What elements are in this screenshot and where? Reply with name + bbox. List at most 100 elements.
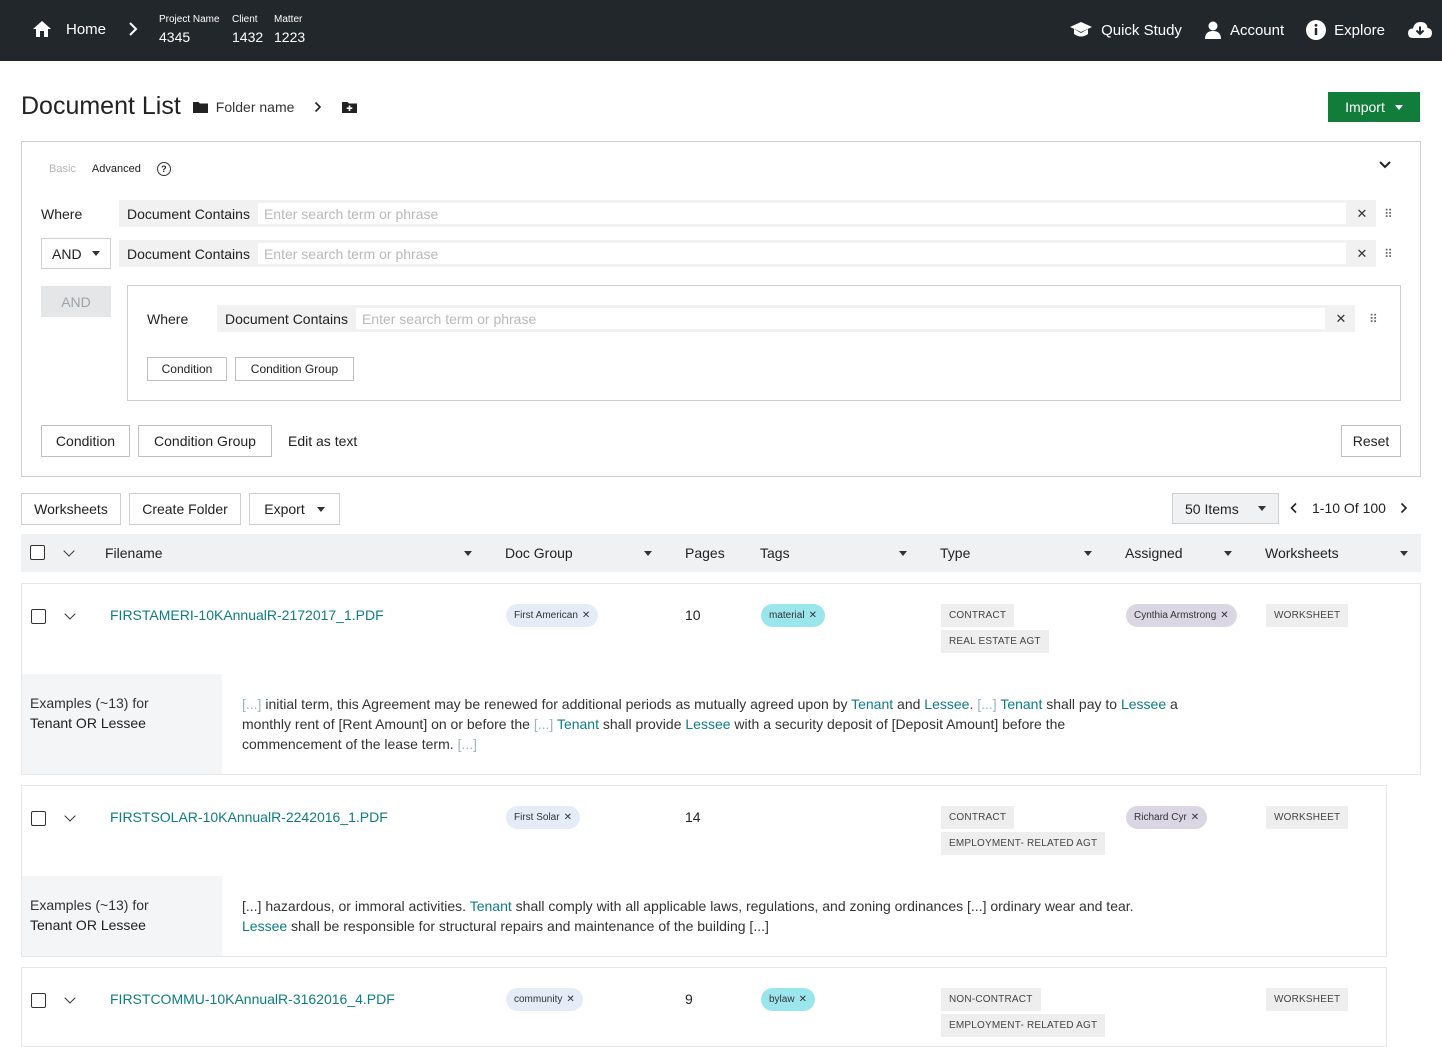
select-all-checkbox[interactable]: [30, 545, 45, 560]
examples-query: Tenant OR Lessee: [30, 917, 146, 933]
highlight-term: Lessee: [685, 716, 731, 732]
tab-basic[interactable]: Basic: [49, 163, 76, 175]
sort-caret-icon[interactable]: [1400, 551, 1408, 556]
folder-add-icon[interactable]: [342, 101, 358, 113]
drag-handle-icon[interactable]: ⠿: [1384, 247, 1402, 261]
search-term-input[interactable]: Enter search term or phrase: [257, 203, 1346, 224]
type-badge: NON-CONTRACT: [941, 988, 1041, 1011]
tag-chip: material ✕: [761, 604, 825, 627]
home-link[interactable]: Home: [32, 20, 106, 38]
home-label: Home: [66, 20, 107, 38]
items-per-page-select[interactable]: 50 Items: [1172, 493, 1279, 524]
chevron-down-icon[interactable]: [1378, 160, 1392, 170]
highlight-term: Tenant: [851, 696, 894, 712]
add-condition-button[interactable]: Condition: [147, 357, 227, 381]
download-button[interactable]: [1407, 21, 1433, 39]
type-badge: REAL ESTATE AGT: [941, 630, 1049, 653]
sort-caret-icon[interactable]: [1224, 551, 1232, 556]
table-row: FIRSTSOLAR-10KAnnualR-2242016_1.PDF Firs…: [21, 785, 1387, 957]
row-checkbox[interactable]: [31, 993, 46, 1008]
expand-row-icon[interactable]: [64, 608, 76, 620]
field-selector[interactable]: Document Contains: [119, 206, 258, 222]
row-checkbox[interactable]: [31, 811, 46, 826]
search-term-input[interactable]: Enter search term or phrase: [257, 243, 1346, 264]
add-condition-group-button[interactable]: Condition Group: [235, 357, 354, 381]
matter-info: Matter 1223: [274, 14, 305, 45]
doc-group-chip: community ✕: [506, 988, 583, 1011]
tab-advanced[interactable]: Advanced: [92, 163, 141, 175]
chevron-left-icon[interactable]: [1290, 502, 1298, 514]
matter-label: Matter: [274, 14, 303, 25]
remove-condition-button[interactable]: ✕: [1348, 246, 1376, 262]
expand-row-icon[interactable]: [64, 810, 76, 822]
client-value: 1432: [232, 29, 264, 45]
drag-handle-icon[interactable]: ⠿: [1384, 207, 1402, 221]
reset-button[interactable]: Reset: [1341, 425, 1401, 457]
chevron-right-icon: [315, 101, 322, 112]
column-tags[interactable]: Tags: [760, 545, 790, 561]
worksheet-badge[interactable]: WORKSHEET: [1266, 806, 1349, 829]
remove-condition-button[interactable]: ✕: [1348, 206, 1376, 222]
help-icon[interactable]: ?: [156, 162, 171, 176]
worksheet-badge[interactable]: WORKSHEET: [1266, 604, 1349, 627]
column-worksheets[interactable]: Worksheets: [1265, 545, 1339, 561]
doc-group-label: First American: [514, 610, 578, 621]
column-doc-group[interactable]: Doc Group: [505, 545, 573, 561]
column-assigned[interactable]: Assigned: [1125, 545, 1183, 561]
highlight-term: Tenant: [469, 898, 512, 914]
create-folder-button[interactable]: Create Folder: [129, 493, 241, 525]
doc-group-chip: First Solar ✕: [506, 806, 580, 829]
highlight-term: Tenant: [1000, 696, 1043, 712]
remove-icon[interactable]: ✕: [1191, 812, 1199, 823]
row-checkbox[interactable]: [31, 609, 46, 624]
sort-caret-icon[interactable]: [899, 551, 907, 556]
import-button[interactable]: Import: [1328, 92, 1420, 122]
field-selector[interactable]: Document Contains: [217, 311, 356, 327]
edit-as-text-link[interactable]: Edit as text: [288, 433, 357, 449]
account-link[interactable]: Account: [1204, 21, 1284, 39]
add-condition-group-button[interactable]: Condition Group: [138, 425, 272, 457]
explore-link[interactable]: Explore: [1306, 20, 1385, 40]
remove-icon[interactable]: ✕: [582, 610, 590, 621]
page-range: 1-10 Of 100: [1312, 500, 1386, 516]
expand-row-icon[interactable]: [64, 992, 76, 1004]
column-type[interactable]: Type: [940, 545, 970, 561]
and-operator-disabled: AND: [41, 286, 111, 317]
column-pages[interactable]: Pages: [685, 545, 725, 561]
search-term-input[interactable]: Enter search term or phrase: [355, 308, 1325, 329]
page-title: Document List: [21, 92, 181, 120]
export-button[interactable]: Export: [249, 493, 340, 525]
drag-handle-icon[interactable]: ⠿: [1369, 312, 1387, 326]
chevron-right-icon[interactable]: [1400, 502, 1408, 514]
worksheet-badge[interactable]: WORKSHEET: [1266, 988, 1349, 1011]
ellipsis: [...]: [533, 716, 554, 732]
folder-breadcrumb[interactable]: Folder name: [192, 99, 358, 115]
sort-caret-icon[interactable]: [1084, 551, 1092, 556]
where-label: Where: [147, 310, 189, 327]
quick-study-link[interactable]: Quick Study: [1069, 21, 1182, 39]
worksheets-label: Worksheets: [34, 501, 108, 517]
add-condition-button[interactable]: Condition: [41, 425, 130, 457]
condition-field-3: Document Contains Enter search term or p…: [217, 305, 1355, 332]
document-link[interactable]: FIRSTSOLAR-10KAnnualR-2242016_1.PDF: [110, 809, 388, 825]
expand-all-icon[interactable]: [63, 545, 75, 557]
field-selector[interactable]: Document Contains: [119, 246, 258, 262]
remove-icon[interactable]: ✕: [566, 994, 574, 1005]
remove-icon[interactable]: ✕: [564, 812, 572, 823]
document-link[interactable]: FIRSTAMERI-10KAnnualR-2172017_1.PDF: [110, 607, 384, 623]
remove-icon[interactable]: ✕: [1220, 610, 1228, 621]
highlight-term: Lessee: [924, 696, 970, 712]
assignee-chip: Cynthia Armstrong ✕: [1126, 604, 1237, 627]
caret-down-icon: [316, 506, 325, 512]
sort-caret-icon[interactable]: [644, 551, 652, 556]
and-operator-select[interactable]: AND: [41, 238, 111, 269]
document-link[interactable]: FIRSTCOMMU-10KAnnualR-3162016_4.PDF: [110, 991, 395, 1007]
remove-condition-button[interactable]: ✕: [1327, 311, 1355, 327]
remove-icon[interactable]: ✕: [809, 610, 817, 621]
condition-field-1: Document Contains Enter search term or p…: [119, 200, 1376, 227]
remove-icon[interactable]: ✕: [799, 994, 807, 1005]
sort-caret-icon[interactable]: [464, 551, 472, 556]
worksheets-button[interactable]: Worksheets: [21, 493, 121, 525]
search-snippet: [...] initial term, this Agreement may b…: [242, 694, 1242, 754]
column-filename[interactable]: Filename: [105, 545, 163, 561]
